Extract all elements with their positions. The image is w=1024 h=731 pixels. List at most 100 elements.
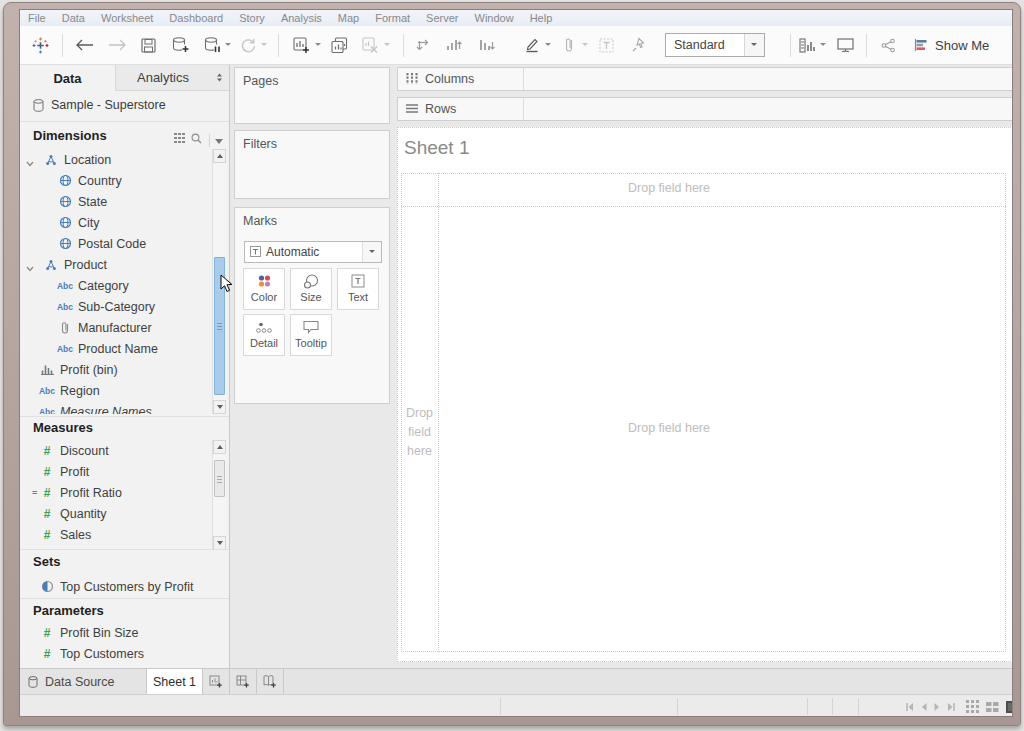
show-mark-labels-button[interactable] (797, 26, 817, 64)
new-worksheet-dropdown[interactable] (315, 43, 321, 49)
share-button[interactable] (878, 26, 898, 64)
prev-record-icon[interactable] (921, 703, 927, 711)
field-category[interactable]: AbcCategory (20, 275, 212, 296)
menu-worksheet[interactable]: Worksheet (93, 10, 161, 26)
next-record-icon[interactable] (934, 703, 940, 711)
size-button[interactable]: Size (290, 268, 332, 310)
drop-field-hint-rows[interactable]: Drop field here (401, 404, 438, 461)
field-sales[interactable]: #Sales (20, 524, 212, 545)
field-measure-names[interactable]: AbcMeasure Names (20, 401, 212, 414)
annotation-dropdown[interactable] (582, 43, 588, 49)
menu-analysis[interactable]: Analysis (273, 10, 330, 26)
pane-options-icon[interactable] (210, 65, 229, 91)
tab-sheet-1[interactable]: Sheet 1 (147, 669, 203, 694)
scrollbar-thumb[interactable] (214, 460, 225, 497)
field-postal-code[interactable]: Postal Code (20, 233, 212, 254)
pane-menu-caret-icon[interactable] (215, 130, 223, 150)
tab-data-source[interactable]: Data Source (20, 669, 147, 694)
field-profit[interactable]: #Profit (20, 461, 212, 482)
label-button[interactable] (596, 26, 616, 64)
menu-map[interactable]: Map (330, 10, 367, 26)
scroll-down-button[interactable] (213, 400, 226, 414)
field-top-customers[interactable]: #Top Customers (20, 643, 212, 664)
pause-updates-dropdown[interactable] (225, 43, 231, 49)
field-region[interactable]: AbcRegion (20, 380, 212, 401)
field-product-name[interactable]: AbcProduct Name (20, 338, 212, 359)
new-story-tab-button[interactable] (257, 669, 284, 694)
drop-field-hint-main[interactable]: Drop field here (594, 421, 744, 435)
pause-auto-updates-button[interactable] (202, 26, 222, 64)
menu-help[interactable]: Help (522, 10, 561, 26)
detail-button[interactable]: Detail (243, 314, 285, 356)
save-button[interactable] (139, 26, 157, 64)
menu-story[interactable]: Story (231, 10, 273, 26)
menu-server[interactable]: Server (418, 10, 466, 26)
refresh-button[interactable] (238, 26, 258, 64)
chevron-down-icon[interactable] (26, 261, 34, 275)
new-data-source-button[interactable] (170, 26, 190, 64)
undo-button[interactable] (74, 26, 94, 64)
field-sub-category[interactable]: AbcSub-Category (20, 296, 212, 317)
last-record-icon[interactable] (947, 703, 955, 711)
refresh-dropdown[interactable] (261, 43, 267, 49)
datasource-item[interactable]: Sample - Superstore (20, 91, 229, 119)
sort-ascending-button[interactable] (444, 26, 464, 64)
menu-dashboard[interactable]: Dashboard (161, 10, 231, 26)
swap-axes-button[interactable] (412, 26, 432, 64)
field-top-customers-by-profit[interactable]: Top Customers by Profit (20, 576, 212, 597)
sort-descending-button[interactable] (477, 26, 497, 64)
tab-analytics[interactable]: Analytics (115, 65, 210, 91)
fix-axes-button[interactable] (628, 26, 648, 64)
new-worksheet-button[interactable] (291, 26, 311, 64)
tooltip-button[interactable]: Tooltip (290, 314, 332, 356)
scroll-up-button[interactable] (213, 149, 226, 163)
field-product[interactable]: Product (20, 254, 212, 275)
tab-data[interactable]: Data (20, 65, 115, 91)
field-discount[interactable]: #Discount (20, 440, 212, 461)
worksheet-canvas[interactable]: Sheet 1 Drop field here Drop field here … (397, 127, 1013, 662)
clear-sheet-button[interactable] (360, 26, 380, 64)
highlight-button[interactable] (522, 26, 542, 64)
measures-scrollbar[interactable] (212, 440, 226, 550)
filmstrip-view-icon[interactable] (986, 700, 999, 713)
new-worksheet-tab-button[interactable] (203, 669, 230, 694)
field-location[interactable]: Location (20, 149, 212, 170)
find-field-icon[interactable] (191, 130, 202, 150)
menu-data[interactable]: Data (54, 10, 93, 26)
pages-card[interactable]: Pages (234, 67, 390, 124)
field-country[interactable]: Country (20, 170, 212, 191)
chevron-down-icon[interactable] (26, 156, 34, 170)
field-city[interactable]: City (20, 212, 212, 233)
show-me-button[interactable]: Show Me (914, 26, 989, 64)
rows-shelf[interactable]: Rows (397, 97, 1013, 121)
first-record-icon[interactable] (906, 703, 914, 711)
text-button[interactable]: Text (337, 268, 379, 310)
mark-type-selector[interactable]: Automatic (244, 241, 382, 263)
clear-sheet-dropdown[interactable] (384, 43, 390, 49)
fit-selector[interactable]: Standard (665, 33, 765, 57)
filters-card[interactable]: Filters (234, 130, 390, 199)
scroll-down-button[interactable] (213, 536, 226, 550)
full-view-icon[interactable] (1006, 701, 1013, 713)
mark-labels-dropdown[interactable] (820, 43, 826, 49)
field-profit-bin-size[interactable]: #Profit Bin Size (20, 622, 212, 643)
view-as-grid-icon[interactable] (174, 130, 185, 150)
mark-type-caret-icon[interactable] (362, 242, 381, 262)
grid-view-icon[interactable] (966, 700, 979, 713)
field-state[interactable]: State (20, 191, 212, 212)
drop-field-hint-columns[interactable]: Drop field here (594, 181, 744, 195)
field-profit-bin-[interactable]: Profit (bin) (20, 359, 212, 380)
scroll-up-button[interactable] (213, 440, 226, 454)
redo-button[interactable] (107, 26, 127, 64)
menu-window[interactable]: Window (467, 10, 522, 26)
fit-dropdown-icon[interactable] (744, 34, 764, 56)
annotation-button[interactable] (559, 26, 579, 64)
highlight-dropdown[interactable] (545, 43, 551, 49)
field-manufacturer[interactable]: Manufacturer (20, 317, 212, 338)
columns-shelf[interactable]: Columns (397, 67, 1013, 91)
presentation-mode-button[interactable] (835, 26, 855, 64)
menu-file[interactable]: File (20, 10, 54, 26)
duplicate-sheet-button[interactable] (329, 26, 349, 64)
color-button[interactable]: Color (243, 268, 285, 310)
field-profit-ratio[interactable]: =#Profit Ratio (20, 482, 212, 503)
